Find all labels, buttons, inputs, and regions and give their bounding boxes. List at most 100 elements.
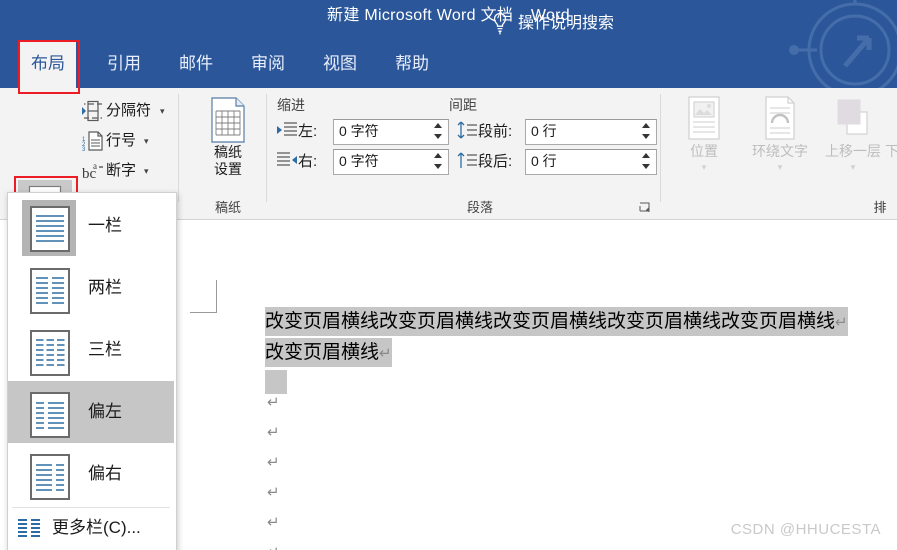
columns-dropdown[interactable]: 一栏 两栏 三栏 偏左 偏右 更多栏(C)... <box>7 192 177 550</box>
doc-line-2-text: 改变页眉横线 <box>265 341 380 363</box>
left-column-label: 偏左 <box>88 402 122 421</box>
text-wrap-label: 环绕文字 <box>752 143 808 159</box>
tab-help[interactable]: 帮助 <box>384 40 440 88</box>
tab-review[interactable]: 审阅 <box>240 40 296 88</box>
doc-line-1-pilcrow: ↵ <box>835 313 848 331</box>
tab-mailings[interactable]: 邮件 <box>168 40 224 88</box>
three-columns-label: 三栏 <box>88 340 122 359</box>
csdn-watermark: CSDN @HHUCESTA <box>730 521 881 538</box>
breaks-caret-icon[interactable]: ▾ <box>160 98 165 124</box>
text-wrap-caret-icon[interactable]: ▾ <box>742 162 818 173</box>
dropdown-item-three-columns[interactable]: 三栏 <box>8 319 174 381</box>
manuscript-group-label: 稿纸 <box>214 200 241 215</box>
dropdown-item-right-column[interactable]: 偏右 <box>8 443 174 505</box>
indent-left-label: 左: <box>298 123 318 140</box>
dropdown-separator <box>12 507 170 508</box>
indent-right-value: 0 字符 <box>339 153 379 169</box>
decorative-circuit-logo <box>789 0 897 88</box>
space-before-spinner-icon[interactable] <box>640 120 652 142</box>
tab-view[interactable]: 视图 <box>312 40 368 88</box>
bring-forward-caret-icon[interactable]: ▾ <box>818 162 888 173</box>
page-corner-mark <box>190 280 217 313</box>
indent-left-spinner-icon[interactable] <box>432 120 444 142</box>
two-columns-label: 两栏 <box>88 278 122 297</box>
line-numbers-label: 行号 <box>106 132 137 149</box>
bring-forward-button[interactable]: 上移一层 ▾ <box>818 96 888 186</box>
breaks-label: 分隔符 <box>106 102 152 119</box>
svg-text:a: a <box>93 161 97 171</box>
doc-line-1: 改变页眉横线改变页眉横线改变页眉横线改变页眉横线改变页眉横线↵ <box>265 307 848 336</box>
svg-text:3: 3 <box>82 147 86 152</box>
two-columns-icon <box>30 268 70 314</box>
send-backward-button[interactable]: 下 <box>884 96 897 186</box>
dropdown-scroll-strip[interactable] <box>176 193 177 550</box>
space-before-value: 0 行 <box>531 123 557 139</box>
manuscript-grid-icon <box>211 97 245 143</box>
indent-left-value: 0 字符 <box>339 123 379 139</box>
doc-line-2: 改变页眉横线↵ <box>265 338 392 367</box>
dropdown-item-two-columns[interactable]: 两栏 <box>8 257 174 319</box>
text-wrap-button[interactable]: 环绕文字 ▾ <box>742 96 818 186</box>
more-columns-icon <box>18 519 40 537</box>
lightbulb-icon <box>493 12 507 35</box>
right-column-icon <box>30 454 70 500</box>
word-window: 新建 Microsoft Word 文档 - Word 布局 引用 邮件 审阅 视图… <box>0 0 897 550</box>
hyphenation-icon: bc a <box>82 161 103 182</box>
dropdown-item-one-column[interactable]: 一栏 <box>8 195 174 257</box>
indent-heading: 缩进 <box>277 97 305 113</box>
three-columns-icon <box>30 330 70 376</box>
pilcrow-3: ↵ <box>267 453 280 471</box>
space-after-label: 段后: <box>478 153 513 170</box>
space-before-field[interactable]: 0 行 <box>525 119 657 145</box>
manuscript-label-2: 设置 <box>214 161 242 177</box>
space-after-icon <box>457 152 477 168</box>
line-numbers-icon: 1 2 3 <box>82 131 103 152</box>
manuscript-setup-button[interactable]: 稿纸 设置 <box>196 96 260 184</box>
dialog-launcher-icon[interactable] <box>639 202 651 214</box>
dropdown-item-left-column[interactable]: 偏左 <box>8 381 174 443</box>
tell-me-search[interactable]: 操作说明搜索 <box>518 0 614 48</box>
line-numbers-button[interactable]: 1 2 3 行号 ▾ <box>82 128 162 154</box>
pilcrow-5: ↵ <box>267 513 280 531</box>
paragraph-group-label: 段落 <box>466 200 493 215</box>
line-numbers-caret-icon[interactable]: ▾ <box>144 128 149 154</box>
bring-forward-icon <box>837 99 868 135</box>
indent-right-field[interactable]: 0 字符 <box>333 149 449 175</box>
pilcrow-4: ↵ <box>267 483 280 501</box>
one-column-icon <box>30 206 70 252</box>
breaks-button[interactable]: 分隔符 ▾ <box>82 98 174 124</box>
pilcrow-6: ↵ <box>267 542 280 550</box>
indent-right-spinner-icon[interactable] <box>432 150 444 172</box>
hyphenation-button[interactable]: bc a 断字 ▾ <box>82 158 162 184</box>
title-bar: 新建 Microsoft Word 文档 - Word 布局 引用 邮件 审阅 视图… <box>0 0 897 88</box>
space-before-label: 段前: <box>478 123 513 140</box>
position-caret-icon[interactable]: ▾ <box>676 162 732 173</box>
one-column-label: 一栏 <box>88 216 122 235</box>
doc-line-1-text: 改变页眉横线改变页眉横线改变页眉横线改变页眉横线改变页眉横线 <box>265 310 836 332</box>
space-after-field[interactable]: 0 行 <box>525 149 657 175</box>
more-columns-label: 更多栏(C)... <box>52 518 141 537</box>
right-column-label: 偏右 <box>88 464 122 483</box>
space-after-value: 0 行 <box>531 153 557 169</box>
left-column-icon <box>30 392 70 438</box>
doc-line-3-selected-empty <box>265 370 287 394</box>
dropdown-item-more-columns[interactable]: 更多栏(C)... <box>8 513 174 543</box>
tab-layout[interactable]: 布局 <box>20 40 76 88</box>
space-before-icon <box>457 121 477 139</box>
indent-left-icon <box>277 122 297 136</box>
manuscript-label-1: 稿纸 <box>214 144 242 160</box>
indent-left-field[interactable]: 0 字符 <box>333 119 449 145</box>
tab-references[interactable]: 引用 <box>96 40 152 88</box>
pilcrow-2: ↵ <box>267 423 280 441</box>
indent-right-label: 右: <box>298 153 318 170</box>
bring-forward-label: 上移一层 <box>825 143 881 159</box>
breaks-icon <box>82 100 102 122</box>
position-button[interactable]: 位置 ▾ <box>676 96 732 186</box>
hyphenation-caret-icon[interactable]: ▾ <box>144 158 149 184</box>
send-backward-label: 下 <box>885 143 897 159</box>
space-after-spinner-icon[interactable] <box>640 150 652 172</box>
window-title: 新建 Microsoft Word 文档 - Word <box>0 4 897 28</box>
arrange-group-label: 排 <box>873 200 887 215</box>
doc-line-2-pilcrow: ↵ <box>379 344 392 362</box>
indent-right-icon <box>277 152 297 166</box>
